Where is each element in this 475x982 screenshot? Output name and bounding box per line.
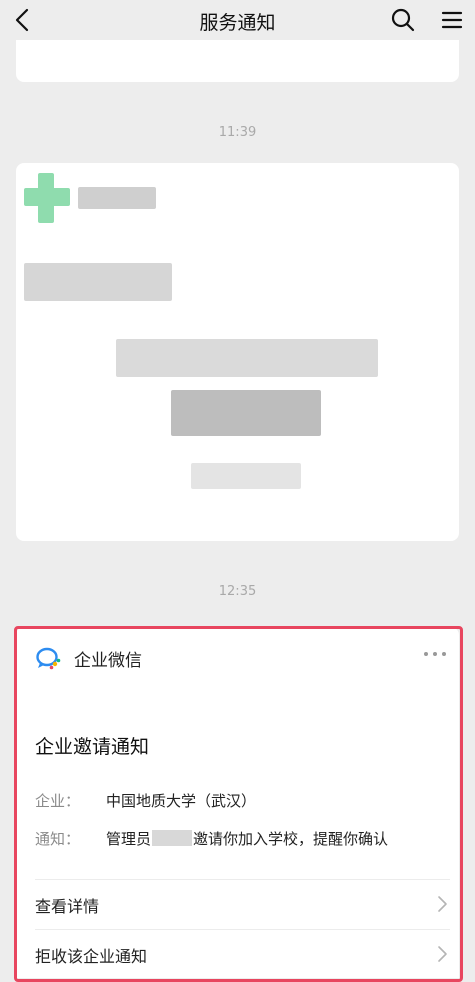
- view-details-button[interactable]: 查看详情: [16, 881, 459, 927]
- wecom-logo-icon: [35, 646, 61, 670]
- company-label: 企业：: [35, 792, 81, 810]
- reject-notifications-label: 拒收该企业通知: [35, 947, 148, 966]
- notice-value-end: 邀请你加入学校，提醒你确认: [193, 830, 389, 848]
- divider: [35, 929, 450, 930]
- divider: [35, 879, 450, 880]
- blurred-text: [191, 463, 301, 489]
- notice-label: 通知：: [35, 830, 81, 848]
- previous-message-card[interactable]: [16, 40, 459, 82]
- blurred-text: [171, 390, 321, 436]
- brand-name: 企业微信: [74, 651, 142, 671]
- more-options-icon[interactable]: [421, 643, 449, 665]
- notification-card[interactable]: 企业微信 企业邀请通知 企业： 中国地质大学（武汉） 通知： 管理员 邀请你加入学…: [16, 627, 459, 978]
- view-details-label: 查看详情: [35, 897, 100, 916]
- chevron-right-icon: [436, 945, 448, 963]
- notification-title: 企业邀请通知: [35, 736, 150, 758]
- top-bar: 服务通知: [0, 0, 475, 40]
- redacted-name: [152, 830, 193, 846]
- company-value: 中国地质大学（武汉）: [106, 792, 257, 810]
- blurred-logo-bar: [24, 188, 70, 206]
- search-icon[interactable]: [390, 7, 416, 33]
- blurred-message-card[interactable]: [16, 163, 459, 541]
- blurred-text: [116, 339, 378, 377]
- notice-value-start: 管理员: [106, 830, 152, 848]
- menu-icon[interactable]: [440, 8, 464, 32]
- timestamp: 11:39: [218, 125, 257, 140]
- reject-notifications-button[interactable]: 拒收该企业通知: [16, 931, 459, 977]
- timestamp: 12:35: [218, 584, 257, 599]
- blurred-text: [24, 263, 172, 301]
- blurred-name: [78, 187, 156, 209]
- chevron-right-icon: [436, 895, 448, 913]
- notice-value: 管理员 邀请你加入学校，提醒你确认: [106, 828, 388, 849]
